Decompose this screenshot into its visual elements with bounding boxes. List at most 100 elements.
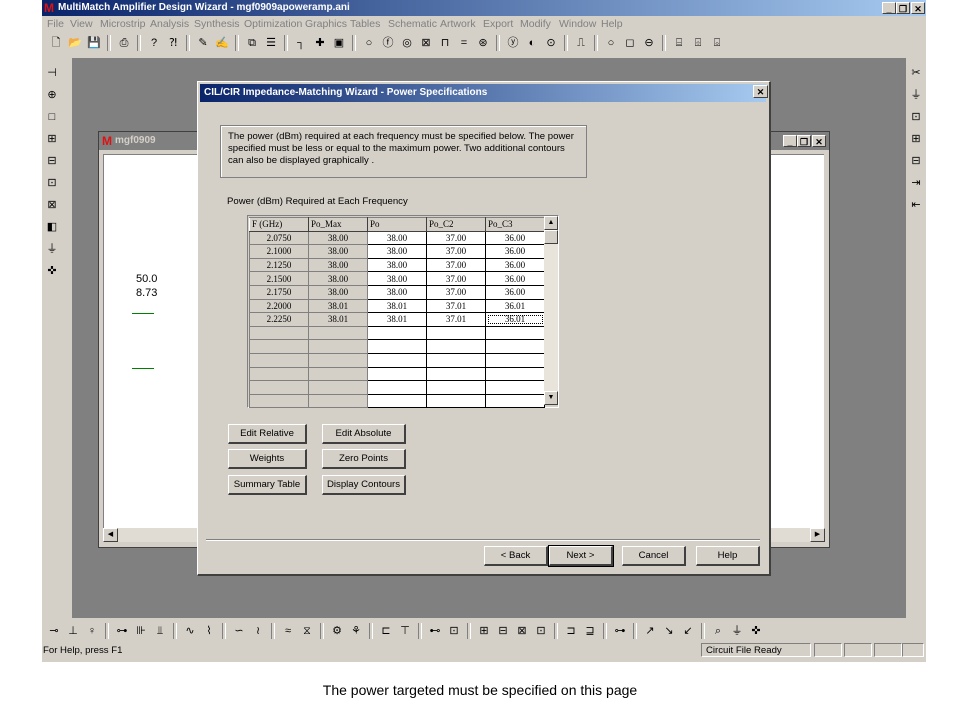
menu-tables[interactable]: Tables — [350, 18, 380, 30]
new-file-icon[interactable]: 🗋 — [48, 35, 64, 51]
scroll-down-icon[interactable]: ▼ — [544, 391, 558, 405]
coupled-icon[interactable]: ≈ — [280, 623, 296, 639]
plus-box-icon[interactable]: ⊞ — [908, 131, 924, 147]
menu-view[interactable]: View — [70, 18, 93, 30]
menu-window[interactable]: Window — [559, 18, 596, 30]
pulse-icon[interactable]: ⎍ — [573, 35, 589, 51]
po-c2-cell[interactable]: 37.01 — [426, 312, 486, 327]
dot-circle-icon[interactable]: ⊙ — [543, 35, 559, 51]
ground-icon[interactable]: ⏚ — [44, 241, 60, 257]
probe-icon[interactable]: ⌕ — [710, 623, 726, 639]
wire-icon[interactable]: ┐ — [293, 35, 309, 51]
menu-analysis[interactable]: Analysis — [150, 18, 189, 30]
schematic-close-button[interactable]: ✕ — [812, 135, 826, 147]
po-c3-cell[interactable]: 36.00 — [485, 271, 545, 286]
capacitor-icon[interactable]: ⊪ — [133, 623, 149, 639]
equal-icon[interactable]: = — [456, 35, 472, 51]
layout-b-icon[interactable]: ⌹ — [690, 35, 706, 51]
po-cell[interactable]: 38.00 — [367, 257, 427, 273]
help-icon[interactable]: ? — [146, 35, 162, 51]
tline-d-icon[interactable]: ⊡ — [533, 623, 549, 639]
transformer-icon[interactable]: ⧖ — [299, 623, 315, 639]
menu-artwork[interactable]: Artwork — [440, 18, 476, 30]
scissors-icon[interactable]: ✂ — [908, 65, 924, 81]
tee-icon[interactable]: ⊤ — [397, 623, 413, 639]
empty-cell[interactable] — [485, 352, 545, 368]
po-cell[interactable]: 38.00 — [367, 230, 427, 246]
empty-cell[interactable] — [426, 380, 486, 395]
crossbox-icon[interactable]: ⊠ — [418, 35, 434, 51]
empty-cell[interactable] — [485, 366, 545, 382]
dialog-close-button[interactable]: ✕ — [753, 85, 768, 98]
shunt-ind-icon[interactable]: ⌇ — [201, 623, 217, 639]
stub-icon[interactable]: ⊏ — [378, 623, 394, 639]
ground-bottom-icon[interactable]: ⏚ — [729, 623, 745, 639]
po-c3-cell[interactable]: 36.01 — [485, 298, 545, 314]
scroll-thumb[interactable] — [544, 230, 558, 244]
tag-icon[interactable]: ⊛ — [475, 35, 491, 51]
po-cell[interactable]: 38.00 — [367, 271, 427, 286]
empty-cell[interactable] — [485, 380, 545, 395]
po-cell[interactable]: 38.00 — [367, 284, 427, 300]
scroll-left-icon[interactable]: ◀ — [103, 528, 118, 542]
node-icon[interactable]: ⊕ — [44, 87, 60, 103]
empty-cell[interactable] — [426, 339, 486, 354]
empty-cell[interactable] — [426, 325, 486, 341]
cross-alt-icon[interactable]: ✜ — [44, 263, 60, 279]
po-c2-cell[interactable]: 37.00 — [426, 284, 486, 300]
po-c2-cell[interactable]: 37.00 — [426, 257, 486, 273]
po-cell[interactable]: 38.01 — [367, 312, 427, 327]
restore-button[interactable]: ❐ — [896, 2, 910, 14]
lamp-icon[interactable]: ♀ — [84, 623, 100, 639]
element-icon[interactable]: ⊣ — [44, 65, 60, 81]
inductor-icon[interactable]: ∿ — [182, 623, 198, 639]
square-icon[interactable]: □ — [44, 109, 60, 125]
list-icon[interactable]: ☰ — [263, 35, 279, 51]
dot-box-icon[interactable]: ⊡ — [908, 109, 924, 125]
scroll-right-icon[interactable]: ▶ — [810, 528, 825, 542]
open-stub-icon[interactable]: ⊐ — [563, 623, 579, 639]
menu-optimization[interactable]: Optimization — [244, 18, 302, 30]
via-icon[interactable]: ⊶ — [612, 623, 628, 639]
circle-icon[interactable]: ○ — [361, 35, 377, 51]
minus-box-icon[interactable]: ⊟ — [908, 153, 924, 169]
print-icon[interactable]: ⎙ — [116, 35, 132, 51]
summary-table-button[interactable]: Summary Table — [228, 475, 307, 495]
context-help-icon[interactable]: ⁈ — [165, 35, 181, 51]
empty-cell[interactable] — [367, 380, 427, 395]
port-out-icon[interactable]: ⇤ — [908, 197, 924, 213]
f-circle-icon[interactable]: ⓕ — [380, 35, 396, 51]
menu-modify[interactable]: Modify — [520, 18, 551, 30]
cross-bottom-icon[interactable]: ✜ — [748, 623, 764, 639]
series-res-icon[interactable]: ⊶ — [114, 623, 130, 639]
port-icon[interactable]: ⊓ — [437, 35, 453, 51]
cil-icon[interactable]: ⊟ — [44, 153, 60, 169]
cancel-button[interactable]: Cancel — [622, 546, 686, 566]
menu-graphics[interactable]: Graphics — [305, 18, 347, 30]
edit-relative-button[interactable]: Edit Relative — [228, 424, 307, 444]
zero-points-button[interactable]: Zero Points — [322, 449, 406, 469]
smith-circle-icon[interactable]: ○ — [603, 35, 619, 51]
empty-cell[interactable] — [367, 393, 427, 409]
minimize-button[interactable]: _ — [882, 2, 896, 14]
wave-icon[interactable]: ∽ — [231, 623, 247, 639]
weights-button[interactable]: Weights — [228, 449, 307, 469]
bar-icon[interactable]: ⊥ — [65, 623, 81, 639]
empty-cell[interactable] — [367, 339, 427, 354]
po-cell[interactable]: 38.01 — [367, 298, 427, 314]
menu-microstrip[interactable]: Microstrip — [100, 18, 146, 30]
pen-alt-icon[interactable]: ✍ — [214, 35, 230, 51]
tline-a-icon[interactable]: ⊞ — [476, 623, 492, 639]
menu-help[interactable]: Help — [601, 18, 623, 30]
next-button[interactable]: Next > — [548, 545, 614, 567]
back-button[interactable]: < Back — [484, 546, 548, 566]
resonator-icon[interactable]: ⚘ — [348, 623, 364, 639]
line-icon[interactable]: ⊷ — [427, 623, 443, 639]
empty-cell[interactable] — [426, 393, 486, 409]
menu-export[interactable]: Export — [483, 18, 513, 30]
open-folder-icon[interactable]: 📂 — [67, 35, 83, 51]
coil-icon[interactable]: ≀ — [250, 623, 266, 639]
short-stub-icon[interactable]: ⊒ — [582, 623, 598, 639]
empty-cell[interactable] — [367, 366, 427, 382]
cir-icon[interactable]: ⊞ — [44, 131, 60, 147]
